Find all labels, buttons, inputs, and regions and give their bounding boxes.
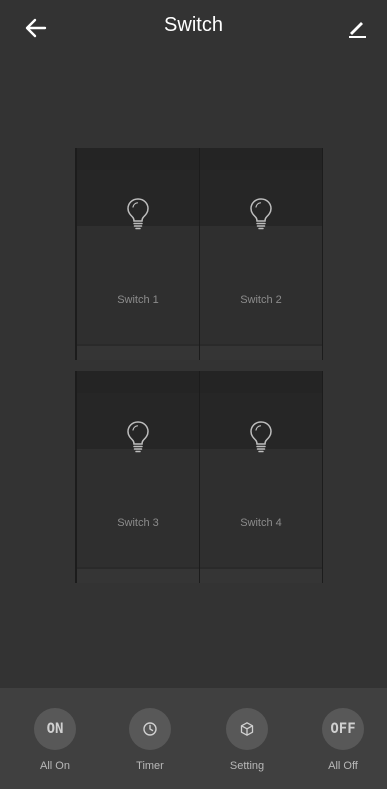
switch-label: Switch 3 <box>117 517 159 529</box>
bottom-action-bar: ON All On Timer Setting OFF All Off <box>0 688 387 789</box>
gang-top-band <box>200 148 322 170</box>
switch-3-button[interactable]: Switch 3 <box>77 371 199 583</box>
all-off-label: All Off <box>328 760 358 772</box>
all-off-icon: OFF <box>322 708 364 750</box>
switch-4-button[interactable]: Switch 4 <box>200 371 322 583</box>
gang-bottom-band <box>200 346 322 360</box>
timer-icon-circle <box>129 708 171 750</box>
lightbulb-icon <box>250 421 272 453</box>
all-on-label: All On <box>40 760 70 772</box>
lightbulb-icon <box>127 198 149 230</box>
app-header: Switch <box>0 0 387 56</box>
edit-button[interactable] <box>341 12 373 44</box>
gang-lower-face <box>77 449 199 567</box>
gang-lower-face <box>77 226 199 344</box>
switch-label: Switch 4 <box>240 517 282 529</box>
lightbulb-icon <box>127 421 149 453</box>
gang-lower-face <box>200 226 322 344</box>
timer-label: Timer <box>136 760 164 772</box>
lightbulb-icon <box>250 198 272 230</box>
switch-1-button[interactable]: Switch 1 <box>77 148 199 360</box>
switch-panel-top: Switch 1 Switch 2 <box>75 148 323 360</box>
switch-2-button[interactable]: Switch 2 <box>200 148 322 360</box>
switch-label: Switch 1 <box>117 294 159 306</box>
setting-button[interactable]: Setting <box>217 708 277 772</box>
gang-lower-face <box>200 449 322 567</box>
page-title: Switch <box>164 14 223 36</box>
pencil-icon <box>349 22 366 38</box>
all-on-button[interactable]: ON All On <box>25 708 85 772</box>
all-off-button[interactable]: OFF All Off <box>313 708 373 772</box>
switch-label: Switch 2 <box>240 294 282 306</box>
switch-panel-bottom: Switch 3 Switch 4 <box>75 371 323 583</box>
gang-top-band <box>77 371 199 393</box>
clock-icon <box>143 722 157 736</box>
all-on-icon: ON <box>34 708 76 750</box>
gang-top-band <box>200 371 322 393</box>
gang-bottom-band <box>200 569 322 583</box>
cube-icon <box>240 722 254 736</box>
setting-label: Setting <box>229 760 265 772</box>
gang-bottom-band <box>77 346 199 360</box>
setting-icon-circle <box>226 708 268 750</box>
gang-top-band <box>77 148 199 170</box>
timer-button[interactable]: Timer <box>120 708 180 772</box>
gang-bottom-band <box>77 569 199 583</box>
